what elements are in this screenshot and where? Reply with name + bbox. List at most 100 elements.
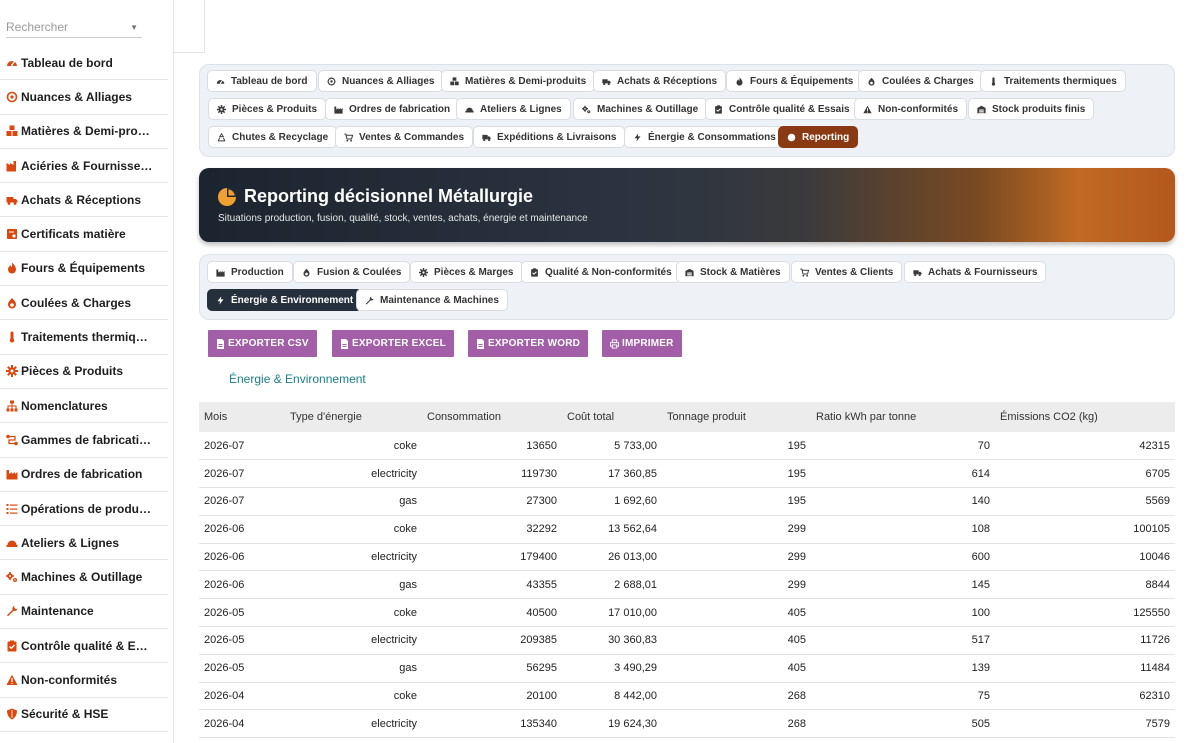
sidebar-item[interactable]: Ordres de fabrication <box>0 458 168 492</box>
table-cell: 7579 <box>995 709 1175 739</box>
report-subtab-label: Qualité & Non-conformités <box>545 266 672 278</box>
fire-icon <box>735 76 744 86</box>
nav-tab-label: Traitements thermiques <box>1004 75 1117 87</box>
column-header[interactable]: Consommation <box>422 402 562 432</box>
table-cell: 8844 <box>995 570 1175 600</box>
nav-tab[interactable]: Contrôle qualité & Essais <box>705 98 859 120</box>
nav-tab[interactable]: Nuances & Alliages <box>318 70 444 92</box>
atom-icon <box>327 77 336 86</box>
sidebar-item-label: Machines & Outillage <box>21 570 143 585</box>
sidebar-item[interactable]: Maintenance <box>0 595 168 630</box>
report-subtab[interactable]: Pièces & Marges <box>410 261 523 283</box>
sidebar-item[interactable]: Gammes de fabricati… <box>0 423 168 458</box>
energy-table: Mois Type d'énergie Consommation Coût total… <box>199 402 1175 739</box>
report-subtab[interactable]: Maintenance & Machines <box>356 289 508 311</box>
table-cell: 2026-06 <box>199 543 285 572</box>
nav-tab[interactable]: Fours & Équipements <box>726 70 863 92</box>
report-subtab[interactable]: Ventes & Clients <box>791 261 903 283</box>
table-cell: 614 <box>811 459 995 489</box>
pie-chart-icon <box>217 187 237 207</box>
nav-tab[interactable]: Chutes & Recyclage <box>208 126 338 148</box>
column-header[interactable]: Coût total <box>562 402 662 432</box>
nav-tab[interactable]: Pièces & Produits <box>208 98 327 120</box>
table-cell: 139 <box>811 654 995 683</box>
nav-tab[interactable]: Traitements thermiques <box>980 70 1126 92</box>
report-subtab-label: Stock & Matières <box>700 266 781 278</box>
sidebar-item-label: Sécurité & HSE <box>21 707 109 722</box>
export-excel-button[interactable]: EXPORTER EXCEL <box>332 330 454 357</box>
print-button[interactable]: IMPRIMER <box>602 330 682 357</box>
sidebar-item[interactable]: Non-conformités <box>0 663 168 698</box>
report-subtab[interactable]: Qualité & Non-conformités <box>521 261 681 283</box>
nav-tab[interactable]: Coulées & Charges <box>858 70 983 92</box>
column-header[interactable]: Ratio kWh par tonne <box>811 402 995 432</box>
sidebar-item[interactable]: Matières & Demi-pro… <box>0 115 168 149</box>
table-cell: 125550 <box>995 598 1175 628</box>
nav-tab[interactable]: Machines & Outillage <box>573 98 708 120</box>
sidebar-item-label: Nuances & Alliages <box>21 89 132 104</box>
sidebar-item-label: Matières & Demi-pro… <box>21 124 150 139</box>
sidebar-item[interactable]: Achats & Réceptions <box>0 183 168 218</box>
nav-tab[interactable]: Reporting <box>778 126 859 148</box>
sidebar-item[interactable]: Aciéries & Fournisse… <box>0 149 168 184</box>
nav-tab[interactable]: Ordres de fabrication <box>325 98 460 120</box>
table-cell: 56295 <box>422 654 562 683</box>
table-row: 2026-05 electricity 209385 30 360,83 405 517 1… <box>199 626 1175 655</box>
table-row: 2026-05 gas 56295 3 490,29 405 139 11484 <box>199 654 1175 683</box>
nav-tab[interactable]: Ventes & Commandes <box>335 126 474 148</box>
sidebar-item[interactable]: Sécurité & HSE <box>0 698 168 732</box>
table-header-row: Mois Type d'énergie Consommation Coût total… <box>199 402 1175 432</box>
sidebar-item[interactable]: Tableau de bord <box>0 46 168 81</box>
report-subtab[interactable]: Énergie & Environnement <box>207 289 363 311</box>
cogs-icon <box>582 105 591 114</box>
sidebar-item[interactable]: Traitements thermiq… <box>0 320 168 355</box>
file-icon <box>476 338 485 349</box>
nav-tab[interactable]: Stock produits finis <box>968 98 1095 120</box>
report-subtab[interactable]: Production <box>207 261 293 283</box>
export-word-button[interactable]: EXPORTER WORD <box>468 330 589 357</box>
sidebar-item[interactable]: Nuances & Alliages <box>0 80 168 115</box>
nav-tab[interactable]: Non-conformités <box>854 98 967 120</box>
nav-tab[interactable]: Énergie & Consommations <box>624 126 785 148</box>
column-header[interactable]: Émissions CO2 (kg) <box>995 402 1175 432</box>
report-subtab[interactable]: Fusion & Coulées <box>293 261 411 283</box>
report-subtab[interactable]: Stock & Matières <box>676 261 790 283</box>
table-row: 2026-06 gas 43355 2 688,01 299 145 8844 <box>199 570 1175 600</box>
table-row: 2026-07 coke 13650 5 733,00 195 70 42315 <box>199 432 1175 461</box>
sidebar-item[interactable]: Certificats matière <box>0 217 168 252</box>
industry-icon <box>334 105 343 114</box>
column-header[interactable]: Type d'énergie <box>285 402 422 432</box>
clipboard-check-icon <box>714 104 723 114</box>
nav-tab[interactable]: Tableau de bord <box>207 70 317 92</box>
sidebar-item[interactable]: Coulées & Charges <box>0 286 168 321</box>
search-select[interactable]: Rechercher ▼ <box>6 18 142 38</box>
nav-tab[interactable]: Matières & Demi-produits <box>441 70 596 92</box>
table-cell: 195 <box>662 432 811 461</box>
report-subtab[interactable]: Achats & Fournisseurs <box>904 261 1047 283</box>
helmet-icon <box>465 105 474 114</box>
nav-tab[interactable]: Achats & Réceptions <box>593 70 727 92</box>
column-header[interactable]: Mois <box>199 402 285 432</box>
nav-tab[interactable]: Expéditions & Livraisons <box>473 126 626 148</box>
table-cell: coke <box>285 515 422 544</box>
chevron-down-icon[interactable]: ▼ <box>130 23 138 32</box>
fire-icon <box>5 261 19 275</box>
nav-tab[interactable]: Ateliers & Lignes <box>456 98 571 120</box>
table-cell: 600 <box>811 543 995 572</box>
sidebar-item[interactable]: Nomenclatures <box>0 389 168 424</box>
sidebar-item[interactable]: Contrôle qualité & E… <box>0 629 168 664</box>
sidebar-item[interactable]: Fours & Équipements <box>0 252 168 287</box>
sidebar-item[interactable]: Pièces & Produits <box>0 355 168 389</box>
sidebar-item[interactable]: Machines & Outillage <box>0 560 168 595</box>
nav-tab-label: Ventes & Commandes <box>359 131 465 143</box>
sidebar-item[interactable]: Opérations de produ… <box>0 492 168 527</box>
sidebar-item[interactable]: Ateliers & Lignes <box>0 526 168 561</box>
table-cell: 5569 <box>995 487 1175 516</box>
column-header[interactable]: Tonnage produit <box>662 402 811 432</box>
export-csv-button[interactable]: EXPORTER CSV <box>208 330 317 357</box>
report-banner: Reporting décisionnel Métallurgie Situat… <box>199 168 1175 242</box>
sidebar-item-label: Aciéries & Fournisse… <box>21 158 153 173</box>
wrench-icon <box>365 296 374 305</box>
table-cell: 195 <box>662 487 811 516</box>
nav-tab-label: Coulées & Charges <box>882 75 974 87</box>
